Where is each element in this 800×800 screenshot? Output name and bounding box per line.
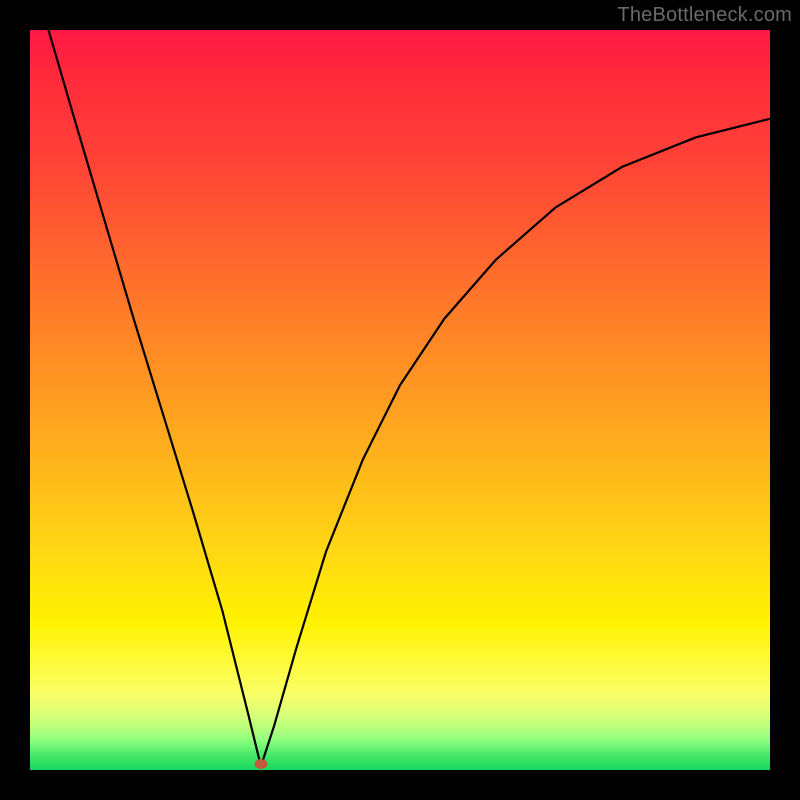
minimum-marker [254, 759, 267, 769]
watermark-text: TheBottleneck.com [617, 4, 792, 27]
chart-frame: TheBottleneck.com [0, 0, 800, 800]
bottleneck-curve [30, 30, 770, 770]
plot-area [30, 30, 770, 770]
